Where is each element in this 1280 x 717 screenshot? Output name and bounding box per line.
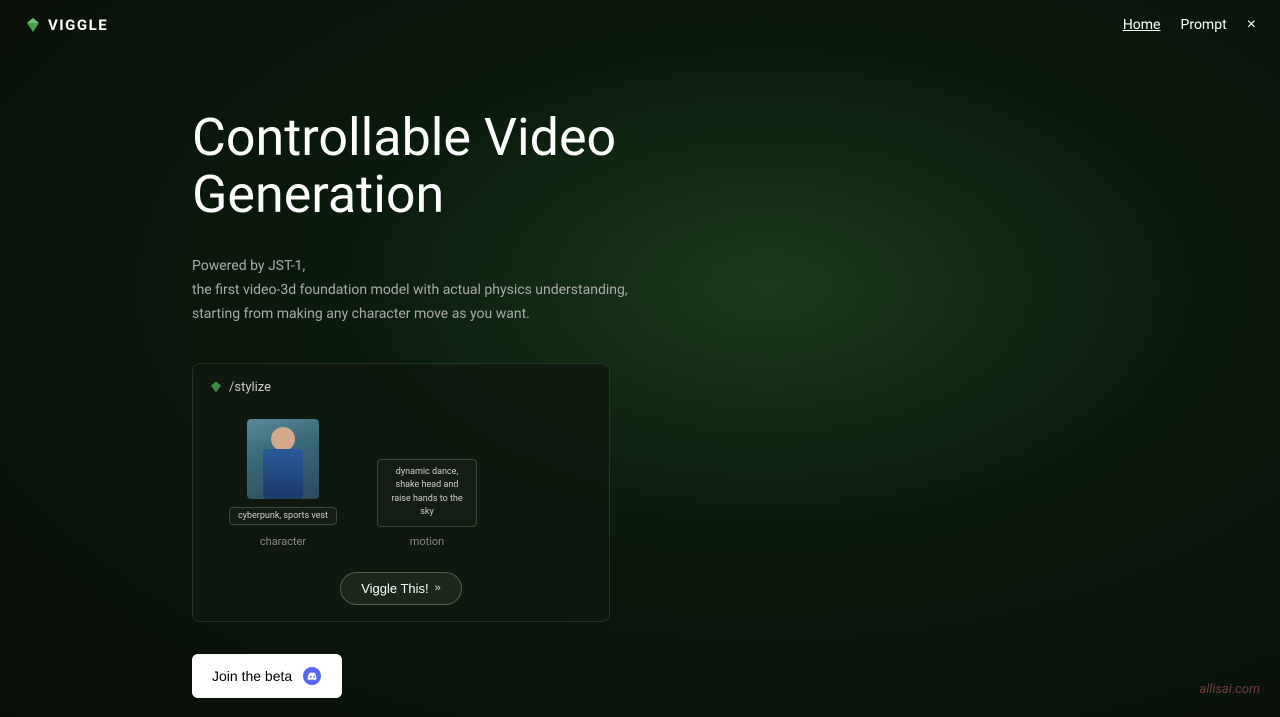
watermark: allisai.com [1199,682,1260,697]
character-block: cyberpunk, sports vest character [229,419,337,548]
hero-subtitle: Powered by JST-1, the first video-3d fou… [192,255,1280,326]
join-beta-button[interactable]: Join the beta [192,654,342,698]
demo-card-logo-icon [209,380,223,394]
viggle-logo-icon [24,16,42,34]
close-button[interactable]: × [1247,17,1256,33]
logo[interactable]: VIGGLE [24,16,108,34]
demo-card-content: cyberpunk, sports vest character dynamic… [209,419,593,548]
viggle-btn-label: Viggle This! [361,581,428,596]
top-nav: Home Prompt × [1123,17,1256,33]
demo-card-header: /stylize [209,380,593,395]
viggle-btn-wrap: Viggle This! » [209,572,593,605]
viggle-btn-arrow: » [435,582,441,594]
motion-block: dynamic dance, shake head and raise hand… [377,459,477,548]
character-label: character [260,535,306,548]
hero-title: Controllable Video Generation [192,109,812,223]
discord-icon [302,666,322,686]
nav-prompt-link[interactable]: Prompt [1181,17,1227,33]
subtitle-line3: starting from making any character move … [192,306,530,322]
character-tag: cyberpunk, sports vest [229,507,337,525]
header: VIGGLE Home Prompt × [0,0,1280,49]
main-content: Controllable Video Generation Powered by… [0,49,1280,698]
motion-label: motion [410,535,445,548]
viggle-this-button[interactable]: Viggle This! » [340,572,462,605]
subtitle-line2: the first video-3d foundation model with… [192,282,628,298]
demo-card-command: /stylize [229,380,271,395]
logo-text: VIGGLE [48,16,108,34]
subtitle-line1: Powered by JST-1, [192,258,305,274]
character-image [247,419,319,499]
demo-card: /stylize cyberpunk, sports vest characte… [192,363,610,622]
join-beta-label: Join the beta [212,668,292,684]
nav-home-link[interactable]: Home [1123,17,1161,33]
motion-tag: dynamic dance, shake head and raise hand… [377,459,477,527]
